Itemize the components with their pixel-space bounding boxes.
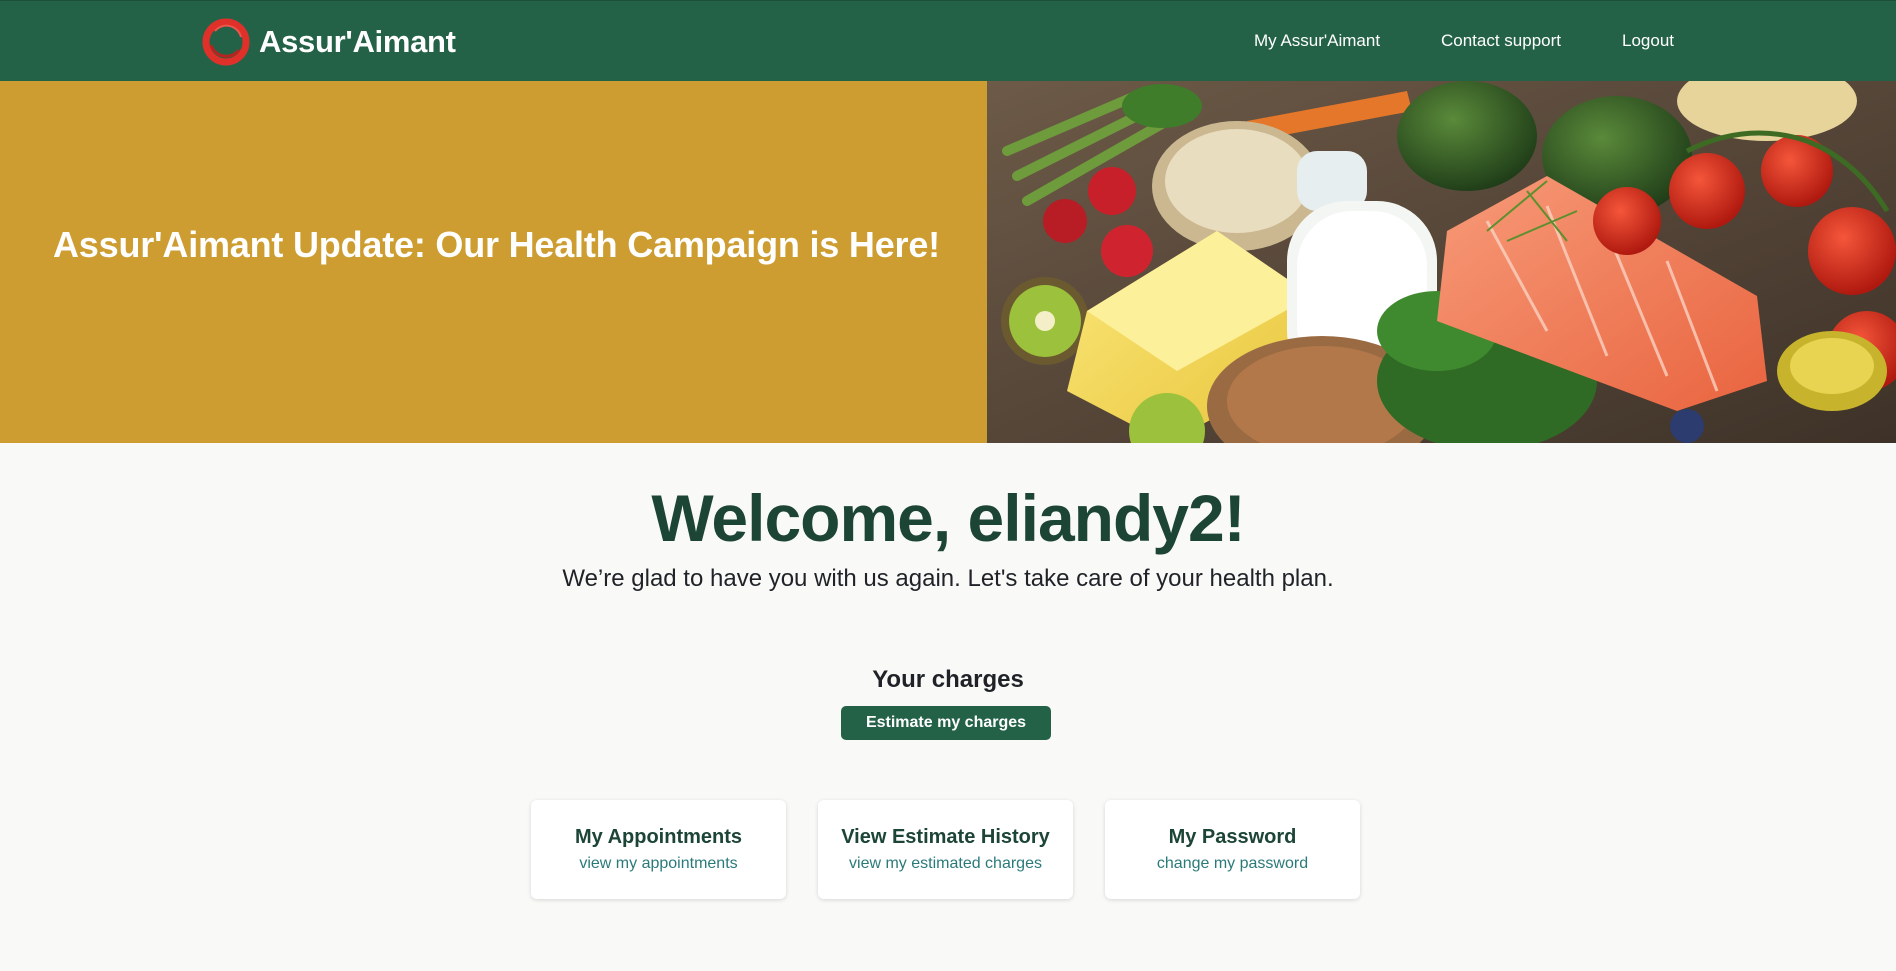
card-link-appointments[interactable]: view my appointments [531,855,786,873]
hero-banner: Assur'Aimant Update: Our Health Campaign… [0,81,1896,443]
brand-logo-icon [202,18,250,66]
nav-link-contact-support[interactable]: Contact support [1441,31,1561,51]
card-link-password[interactable]: change my password [1105,855,1360,873]
nav-link-logout[interactable]: Logout [1622,31,1674,51]
card-password[interactable]: My Password change my password [1105,800,1360,899]
card-title: View Estimate History [841,826,1050,848]
brand-home-link[interactable]: Assur'Aimant [201,17,456,67]
card-title: My Password [1168,826,1297,848]
hero-title: Assur'Aimant Update: Our Health Campaign… [53,224,940,265]
card-estimate-history[interactable]: View Estimate History view my estimated … [818,800,1073,899]
hero-food-image [987,81,1896,443]
brand-name: Assur'Aimant [259,24,456,59]
welcome-heading: Welcome, eliandy2! [651,481,1245,555]
nav-link-my-account[interactable]: My Assur'Aimant [1254,31,1380,51]
charges-section-title: Your charges [872,666,1024,693]
card-link-estimate-history[interactable]: view my estimated charges [818,855,1073,873]
welcome-subtitle: We’re glad to have you with us again. Le… [562,565,1334,592]
top-navbar: Assur'Aimant My Assur'Aimant Contact sup… [0,0,1896,81]
card-title: My Appointments [574,826,743,848]
estimate-charges-button[interactable]: Estimate my charges [841,706,1051,740]
card-appointments[interactable]: My Appointments view my appointments [531,800,786,899]
hero-text-panel: Assur'Aimant Update: Our Health Campaign… [0,81,987,443]
